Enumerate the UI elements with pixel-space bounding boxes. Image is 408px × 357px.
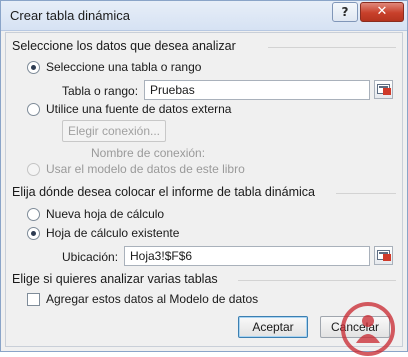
add-to-data-model-checkbox[interactable] xyxy=(27,293,40,306)
range-selector-icon[interactable] xyxy=(374,80,393,99)
section-divider xyxy=(268,47,396,48)
section-divider xyxy=(238,280,396,281)
table-range-label: Tabla o rango: xyxy=(62,84,139,98)
location-input[interactable]: Hoja3!$F$6 xyxy=(124,246,370,266)
radio-data-model-label[interactable]: Usar el modelo de datos de este libro xyxy=(46,162,245,176)
title-bar[interactable]: Crear tabla dinámica ? ✕ xyxy=(1,1,407,31)
radio-existing-sheet[interactable] xyxy=(27,227,40,240)
radio-new-sheet-label[interactable]: Nueva hoja de cálculo xyxy=(46,207,164,221)
location-label: Ubicación: xyxy=(62,250,119,264)
pivot-table-dialog: Crear tabla dinámica ? ✕ Seleccione los … xyxy=(0,0,408,356)
section-divider xyxy=(336,193,396,194)
range-selector-icon[interactable] xyxy=(374,246,393,265)
radio-existing-sheet-label[interactable]: Hoja de cálculo existente xyxy=(46,226,179,240)
section-title-data: Seleccione los datos que desea analizar xyxy=(12,39,236,53)
radio-select-table[interactable] xyxy=(27,61,40,74)
close-button[interactable]: ✕ xyxy=(360,2,404,22)
radio-external-source[interactable] xyxy=(27,103,40,116)
section-title-location: Elija dónde desea colocar el informe de … xyxy=(12,185,315,199)
help-button[interactable]: ? xyxy=(332,2,358,22)
radio-new-sheet[interactable] xyxy=(27,208,40,221)
accept-button[interactable]: Aceptar xyxy=(238,316,308,338)
table-range-input[interactable]: Pruebas xyxy=(144,80,370,100)
watermark-logo-icon xyxy=(341,302,395,356)
section-title-multi: Elige si quieres analizar varias tablas xyxy=(12,272,218,286)
connection-name-label: Nombre de conexión: xyxy=(91,146,206,160)
dialog-body: Seleccione los datos que desea analizar … xyxy=(5,32,403,356)
radio-data-model[interactable] xyxy=(27,163,40,176)
radio-select-table-label[interactable]: Seleccione una tabla o rango xyxy=(46,60,201,74)
add-to-data-model-label[interactable]: Agregar estos datos al Modelo de datos xyxy=(46,292,258,306)
radio-external-source-label[interactable]: Utilice una fuente de datos externa xyxy=(46,102,231,116)
choose-connection-button[interactable]: Elegir conexión... xyxy=(62,120,166,142)
dialog-title: Crear tabla dinámica xyxy=(10,8,130,23)
